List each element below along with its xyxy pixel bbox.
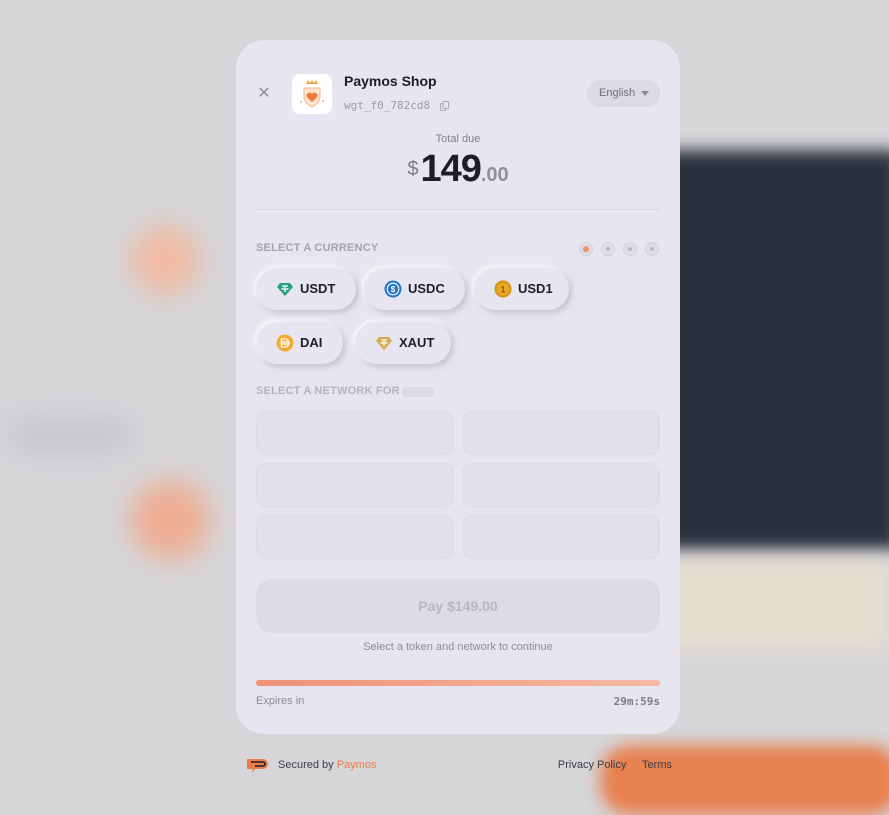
pay-hint: Select a token and network to continue	[363, 641, 553, 653]
total-amount: $149.00	[236, 148, 680, 191]
currency-label: XAUT	[399, 335, 435, 350]
usdt-icon	[277, 283, 293, 296]
network-tile-skeleton	[256, 515, 454, 559]
network-tile-skeleton	[256, 463, 454, 507]
step-dot-3	[623, 242, 637, 256]
network-tile-skeleton	[462, 463, 660, 507]
usd1-icon: 1	[494, 280, 512, 298]
language-label: English	[599, 87, 636, 99]
network-tile-skeleton	[256, 411, 454, 455]
footer-links: Privacy Policy · Terms	[558, 759, 672, 771]
copy-icon[interactable]	[440, 101, 449, 111]
paymos-link[interactable]: Paymos	[337, 759, 377, 771]
step-dot-1	[579, 242, 593, 256]
currency-label: DAI	[300, 335, 323, 350]
payment-widget: ✕ Paymos Shop wgt_f0_782cd8 English Tota…	[236, 40, 680, 734]
network-tile-skeleton	[462, 515, 660, 559]
currency-option-xaut[interactable]: XAUT	[355, 322, 451, 364]
currency-option-usdc[interactable]: $ USDC	[364, 268, 465, 310]
dai-icon	[276, 334, 294, 352]
amount-whole: 149	[420, 148, 481, 190]
step-dot-4	[645, 242, 659, 256]
step-indicator	[579, 242, 659, 256]
secured-prefix: Secured by	[278, 759, 334, 771]
currency-option-usdt[interactable]: USDT	[256, 268, 356, 310]
network-token-placeholder	[402, 387, 434, 397]
usdc-icon: $	[384, 280, 402, 298]
amount-decimal: .00	[480, 164, 509, 186]
currency-label: USDC	[408, 281, 445, 296]
secured-by: Secured by Paymos	[278, 759, 376, 771]
currency-label: USDT	[300, 281, 336, 296]
shop-name: Paymos Shop	[344, 73, 437, 89]
currency-symbol: $	[407, 158, 419, 180]
expires-timer: 29m:59s	[613, 695, 660, 708]
divider	[256, 209, 660, 210]
network-section-label: SELECT A NETWORK FOR	[256, 385, 400, 397]
widget-id: wgt_f0_782cd8	[344, 99, 431, 112]
currency-option-dai[interactable]: DAI	[256, 322, 343, 364]
expiry-progress-bar	[256, 680, 660, 686]
svg-text:1: 1	[500, 285, 505, 295]
total-label: Total due	[435, 133, 481, 145]
currency-section-label: SELECT A CURRENCY	[256, 242, 379, 254]
network-tile-skeleton	[462, 411, 660, 455]
paymos-logo-icon	[247, 759, 268, 773]
svg-text:$: $	[391, 285, 396, 294]
caret-down-icon	[641, 91, 649, 96]
privacy-policy-link[interactable]: Privacy Policy	[558, 759, 626, 771]
pay-button[interactable]: Pay $149.00	[256, 579, 660, 633]
xaut-icon	[376, 337, 392, 350]
step-dot-2	[601, 242, 615, 256]
close-icon[interactable]: ✕	[256, 85, 272, 101]
expires-label: Expires in	[256, 695, 305, 707]
terms-link[interactable]: Terms	[642, 759, 672, 771]
currency-label: USD1	[518, 281, 553, 296]
currency-option-usd1[interactable]: 1 USD1	[474, 268, 569, 310]
language-select[interactable]: English	[587, 80, 660, 107]
shop-logo	[292, 74, 332, 114]
footer-separator: ·	[632, 759, 637, 771]
